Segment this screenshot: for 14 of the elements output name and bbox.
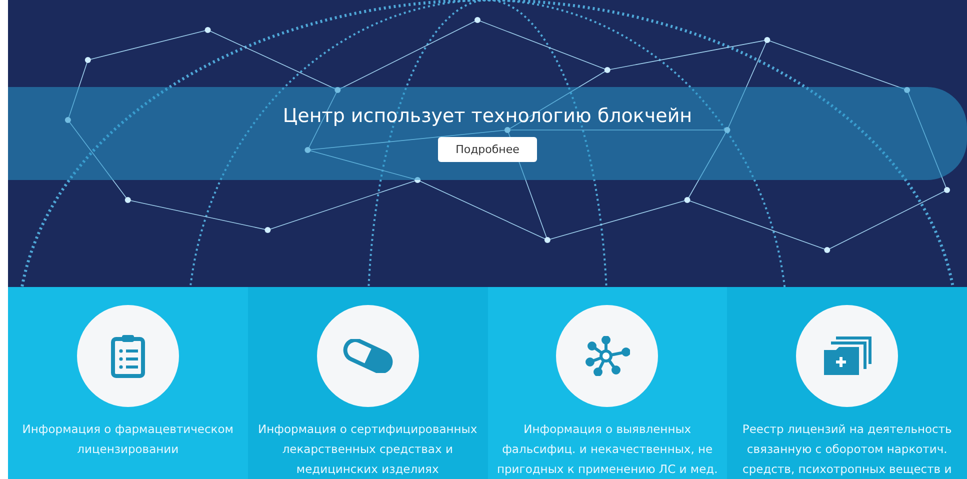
card-text: Информация о выявленных фальсифиц. и некачественных, не пригодных к применению ЛС и мед. (496, 421, 718, 478)
card-text: Реестр лицензий на деятельность связанную с оборотом наркотич. средств, психотропных веществ и (742, 421, 952, 478)
service-card[interactable]: Реестр лицензий на деятельность связанную с оборотом наркотич. средств, психотропных веществ и (727, 287, 967, 479)
folders-icon (822, 336, 872, 376)
service-card[interactable]: Информация о выявленных фальсифиц. и некачественных, не пригодных к применению ЛС и мед. (488, 287, 728, 479)
more-button[interactable]: Подробнее (438, 137, 538, 162)
card-text: Информация о фармацевтическом лицензировании (22, 421, 234, 458)
service-card[interactable]: Информация о сертифицированных лекарственных средствах и медицинских изделиях (248, 287, 488, 479)
service-card[interactable]: Информация о фармацевтическом лицензировании (8, 287, 248, 479)
pill-icon (340, 339, 395, 373)
clipboard-icon (110, 333, 146, 379)
banner-title: Центр использует технологию блокчейн (282, 105, 692, 127)
card-text: Информация о сертифицированных лекарственных средствах и медицинских изделиях (258, 421, 478, 478)
molecule-icon (584, 336, 630, 376)
